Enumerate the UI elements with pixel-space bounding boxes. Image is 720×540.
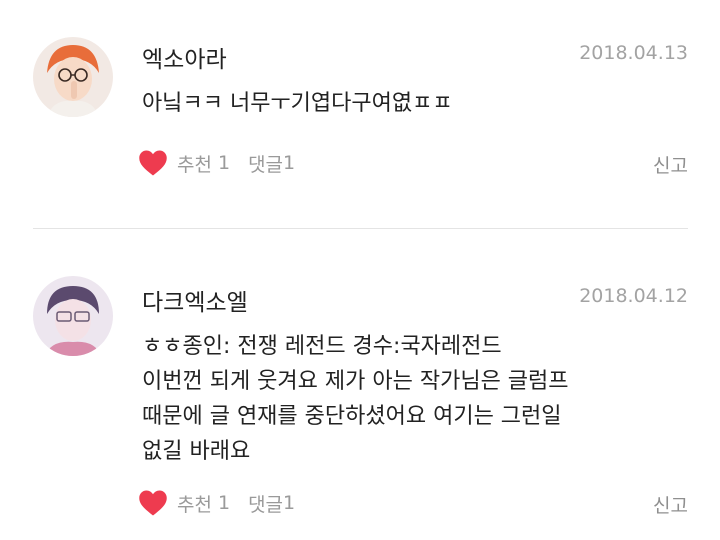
reply-label: 댓글 (248, 493, 284, 516)
comment-item: 다크엑소엘 2018.04.12 ㅎㅎ종인: 전쟁 레전드 경수:국자레전드 이… (0, 229, 720, 540)
like-button[interactable]: 추천 1 (138, 489, 230, 517)
comment-actions: 추천 1 댓글 1 (138, 148, 295, 178)
report-button[interactable]: 신고 (653, 151, 688, 178)
like-count: 1 (217, 152, 231, 174)
avatar[interactable] (33, 276, 113, 356)
report-button[interactable]: 신고 (653, 491, 688, 518)
comment-body: 아닠ㅋㅋ 너무ㅜ기엽다구여엾ㅍㅍ (142, 86, 702, 121)
avatar[interactable] (33, 37, 113, 117)
comment-date: 2018.04.12 (579, 285, 688, 307)
reply-label: 댓글 (248, 153, 284, 176)
heart-icon (139, 150, 167, 176)
comment-item: 엑소아라 2018.04.13 아닠ㅋㅋ 너무ㅜ기엽다구여엾ㅍㅍ 추천 1 댓글… (0, 0, 720, 228)
like-button[interactable]: 추천 1 (138, 149, 230, 177)
comment-body-line: 없길 바래요 (142, 439, 251, 464)
comment-body-line: 이번껀 되게 웃겨요 제가 아는 작가님은 글럼프 (142, 369, 569, 394)
comment-body-line: 아닠ㅋㅋ 너무ㅜ기엽다구여엾ㅍㅍ (142, 91, 453, 116)
comment-body-line: ㅎㅎ종인: 전쟁 레전드 경수:국자레전드 (142, 334, 502, 359)
reply-button[interactable]: 댓글 1 (248, 150, 295, 177)
reply-button[interactable]: 댓글 1 (248, 490, 295, 517)
like-label: 추천 (177, 493, 212, 516)
comment-actions: 추천 1 댓글 1 (138, 488, 295, 518)
reply-count: 1 (283, 492, 296, 514)
comment-body-line: 때문에 글 연재를 중단하셨어요 여기는 그런일 (142, 404, 562, 429)
like-label: 추천 (177, 153, 212, 176)
heart-icon (139, 490, 167, 516)
username[interactable]: 엑소아라 (142, 40, 227, 74)
like-count: 1 (217, 492, 231, 514)
comment-date: 2018.04.13 (579, 42, 688, 64)
comment-body: ㅎㅎ종인: 전쟁 레전드 경수:국자레전드 이번껀 되게 웃겨요 제가 아는 작… (142, 329, 702, 469)
reply-count: 1 (283, 152, 296, 174)
username[interactable]: 다크엑소엘 (142, 283, 248, 317)
